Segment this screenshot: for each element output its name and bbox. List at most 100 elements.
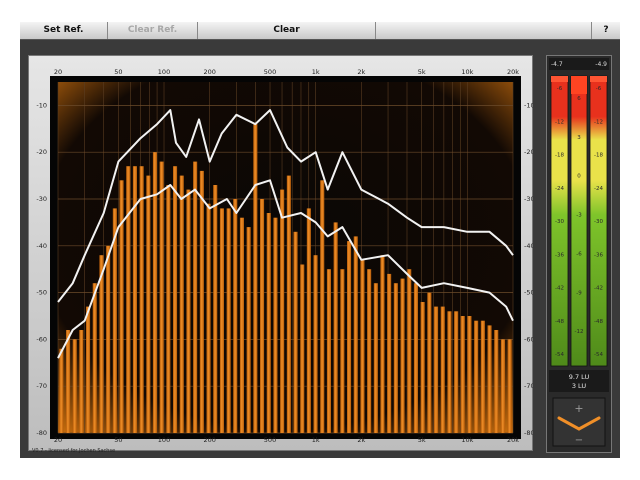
minus-icon[interactable]: − <box>575 435 583 446</box>
spectrum-bar <box>474 320 479 433</box>
spectrum-bar <box>119 180 124 433</box>
spectrum-bar <box>380 255 385 433</box>
spectrum-bar <box>367 269 372 433</box>
spectrum-bar <box>79 330 84 433</box>
x-tick-label: 2k <box>357 436 365 444</box>
spectrum-bar <box>413 283 418 433</box>
spectrum-analyzer: 20 20 50 50 100 100 200 200 500 500 1k 1k 2k 2k 5k 5k 10… <box>36 68 533 444</box>
meter-tick-right: -6 <box>596 86 602 92</box>
spectrum-bar <box>179 175 184 433</box>
clear-button[interactable]: Clear <box>198 22 376 39</box>
spectrum-bar <box>487 325 492 433</box>
spectrum-bar <box>373 283 378 433</box>
x-tick-label: 1k <box>312 436 320 444</box>
spectrum-bar <box>92 283 97 433</box>
y-tick-label: -30 <box>524 195 533 203</box>
meter-peak-right: -4.9 <box>595 61 607 68</box>
help-button[interactable]: ? <box>592 22 620 39</box>
meter-tick-right: -24 <box>594 186 603 192</box>
x-tick-label: 1k <box>312 68 320 76</box>
plugin-window: Set Ref. Clear Ref. Clear ? 20 20 50 50 100 1… <box>20 22 620 458</box>
x-tick-label: 500 <box>264 436 276 444</box>
meter-tick-left: -36 <box>555 252 564 258</box>
spectrum-bar <box>159 161 164 433</box>
x-tick-label: 50 <box>114 436 122 444</box>
y-tick-label: -60 <box>36 335 47 343</box>
y-tick-label: -80 <box>36 429 47 437</box>
x-tick-label: 5k <box>418 68 426 76</box>
spectrum-bar <box>253 124 258 433</box>
lu-value: 9.7 LU <box>569 373 590 381</box>
x-tick-label: 500 <box>264 68 276 76</box>
spectrum-bar <box>146 175 151 433</box>
spectrum-bar <box>434 306 439 433</box>
meter-tick-center: -3 <box>576 213 582 219</box>
y-tick-label: -70 <box>36 382 47 390</box>
meter-tick-right: -36 <box>594 252 603 258</box>
meter-tick-center: 0 <box>577 174 581 180</box>
meter-tick-left: -6 <box>557 86 563 92</box>
toolbar-spacer-button <box>376 22 592 39</box>
spectrum-bar <box>340 269 345 433</box>
meter-tick-right: -30 <box>594 219 603 225</box>
spectrum-bar <box>139 166 144 433</box>
y-tick-label: -20 <box>524 148 533 156</box>
x-tick-label: 10k <box>461 68 473 76</box>
meter-tick-center: -12 <box>575 329 584 335</box>
meter-peak-indicator <box>590 76 607 82</box>
spectrum-bar <box>306 208 311 433</box>
spectrum-bar <box>427 292 432 433</box>
spectrum-bar <box>193 161 198 433</box>
spectrum-bar <box>280 189 285 433</box>
y-tick-label: -70 <box>524 382 533 390</box>
meter-tick-right: -18 <box>594 153 603 159</box>
spectrum-bar <box>313 255 318 433</box>
x-tick-label: 200 <box>203 436 215 444</box>
y-tick-label: -10 <box>36 101 47 109</box>
spectrum-bar <box>186 189 191 433</box>
meter-tick-right: -12 <box>594 119 603 125</box>
loudness-meter-display: -4.7 -4.9-6-12-18-24-30-36-42-48-54-6-12-… <box>549 58 609 447</box>
x-tick-label: 5k <box>418 436 426 444</box>
spectrum-bar <box>494 330 499 433</box>
meter-bar-center <box>570 75 588 367</box>
spectrum-bar <box>246 227 251 433</box>
meter-tick-center: 3 <box>577 135 581 141</box>
y-tick-label: -30 <box>36 195 47 203</box>
spectrum-bar <box>507 339 512 433</box>
spectrum-bar <box>407 269 412 433</box>
spectrum-bar <box>166 185 171 433</box>
spectrum-bar <box>72 339 77 433</box>
y-tick-label: -10 <box>524 101 533 109</box>
x-tick-label: 50 <box>114 68 122 76</box>
meter-tick-right: -42 <box>594 286 603 292</box>
spectrum-bar <box>59 348 64 433</box>
set-ref-button[interactable]: Set Ref. <box>20 22 108 39</box>
spectrum-bar <box>400 278 405 433</box>
meter-tick-left: -30 <box>555 219 564 225</box>
meter-tick-left: -12 <box>555 119 564 125</box>
y-tick-label: -50 <box>524 289 533 297</box>
lu-value-2: 3 LU <box>572 382 586 390</box>
spectrum-bar <box>199 170 204 433</box>
toolbar: Set Ref. Clear Ref. Clear ? <box>20 22 620 40</box>
spectrum-bar <box>293 231 298 433</box>
meter-peak-indicator <box>551 76 568 82</box>
y-tick-label: -60 <box>524 335 533 343</box>
y-tick-label: -20 <box>36 148 47 156</box>
meter-peak-indicator <box>571 76 587 94</box>
meter-tick-left: -18 <box>555 153 564 159</box>
y-tick-label: -80 <box>524 429 533 437</box>
spectrum-bar <box>320 180 325 433</box>
spectrum-bar <box>347 241 352 433</box>
clear-ref-button[interactable]: Clear Ref. <box>108 22 198 39</box>
spectrum-bar <box>226 208 231 433</box>
loudness-meter: -4.7 -4.9 -6 -12 -18 -24 -30 -36 -42 -48 -54 -6 -12-… <box>546 55 612 453</box>
spectrum-bar <box>460 316 465 433</box>
spectrum-bar <box>66 330 71 433</box>
spectrum-bar <box>233 199 238 433</box>
spectrum-bar <box>420 302 425 433</box>
spectrum-bar <box>273 217 278 433</box>
plus-icon[interactable]: + <box>574 402 583 415</box>
spectrum-bar <box>86 306 91 433</box>
